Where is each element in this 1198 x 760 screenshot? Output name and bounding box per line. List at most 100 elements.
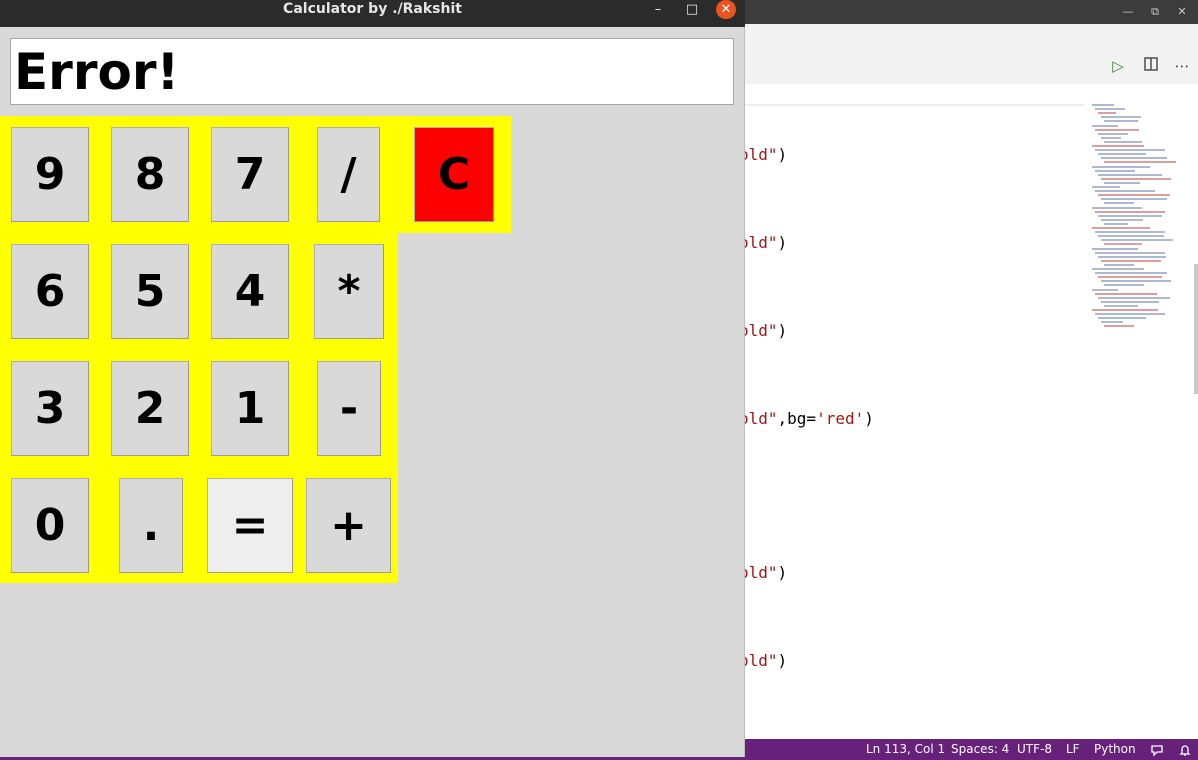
code-text: )	[777, 145, 788, 164]
minimap-line	[1101, 300, 1159, 303]
minimap-line	[1095, 128, 1139, 131]
minimap-line	[1095, 251, 1165, 254]
minimap-line	[1104, 243, 1142, 246]
key-0-button[interactable]: 0	[11, 478, 89, 573]
minimap-line	[1092, 165, 1150, 168]
minimap-line	[1101, 218, 1143, 221]
key-1-button[interactable]: 1	[211, 361, 289, 456]
divide-button[interactable]: /	[317, 127, 380, 222]
key-label: 2	[134, 382, 166, 434]
code-string: 'red'	[816, 409, 865, 428]
code-text: ,bg=	[777, 409, 817, 428]
line-ending-status[interactable]: LF	[1066, 739, 1080, 760]
minimap-line	[1092, 186, 1120, 188]
minimap-line	[1104, 325, 1134, 328]
minimap-line	[1101, 116, 1141, 119]
minimap-line	[1095, 272, 1167, 275]
minimap-line	[1101, 239, 1173, 242]
language-mode-status[interactable]: Python	[1094, 739, 1136, 760]
plus-button[interactable]: +	[306, 478, 391, 573]
key-3-button[interactable]: 3	[11, 361, 89, 456]
display-text: Error!	[14, 43, 180, 101]
cursor-position-status[interactable]: Ln 113, Col 1	[866, 739, 945, 760]
display-field[interactable]: Error!	[10, 38, 734, 105]
minimap-line	[1104, 140, 1142, 143]
code-text: )	[864, 409, 874, 428]
key-9-button[interactable]: 9	[11, 127, 89, 222]
minimap-line	[1095, 292, 1157, 295]
key-7-button[interactable]: 7	[211, 127, 289, 222]
minimap-line	[1095, 190, 1155, 193]
minimap[interactable]	[1088, 102, 1194, 334]
code-line: old")	[739, 233, 787, 252]
code-text: )	[777, 563, 788, 582]
minimap-line	[1092, 247, 1138, 250]
decimal-point-button[interactable]: .	[119, 478, 183, 573]
feedback-icon[interactable]	[1150, 739, 1164, 760]
minimap-line	[1095, 313, 1165, 316]
key-4-button[interactable]: 4	[211, 244, 289, 339]
minus-button[interactable]: -	[317, 361, 381, 456]
minimap-line	[1104, 222, 1128, 225]
minimap-line	[1092, 124, 1118, 127]
split-editor-icon[interactable]	[1139, 54, 1163, 78]
minimap-line	[1098, 194, 1170, 197]
key-label: 3	[34, 382, 66, 434]
minimap-line	[1098, 235, 1164, 238]
minimap-line	[1104, 120, 1138, 123]
minimap-line	[1101, 259, 1161, 262]
minimap-line	[1104, 284, 1144, 287]
minimap-line	[1104, 181, 1140, 184]
code-line: old")	[739, 321, 787, 340]
more-actions-icon[interactable]: ⋯	[1170, 54, 1194, 78]
key-5-button[interactable]: 5	[111, 244, 189, 339]
maximize-icon[interactable]: □	[681, 0, 703, 19]
key-2-button[interactable]: 2	[111, 361, 189, 456]
minimap-line	[1092, 288, 1118, 291]
minimap-line	[1098, 276, 1162, 279]
multiply-button[interactable]: *	[314, 244, 384, 339]
minimap-line	[1104, 304, 1138, 307]
minimap-line	[1104, 263, 1134, 266]
minimap-line	[1092, 227, 1150, 229]
code-line: old")	[739, 145, 787, 164]
minimap-line	[1098, 214, 1162, 217]
editor-scrollbar[interactable]	[1194, 264, 1198, 394]
code-line: old")	[739, 651, 787, 670]
run-python-file-icon[interactable]: ▷	[1106, 54, 1130, 78]
key-6-button[interactable]: 6	[11, 244, 89, 339]
indentation-status[interactable]: Spaces: 4	[951, 739, 1009, 760]
equals-button[interactable]: =	[207, 478, 293, 573]
clear-button[interactable]: C	[414, 127, 494, 222]
minimap-line	[1095, 210, 1165, 213]
notifications-bell-icon[interactable]	[1178, 739, 1192, 760]
calculator-titlebar[interactable]: Calculator by ./Rakshit – □ ✕	[0, 0, 745, 27]
minimap-line	[1092, 206, 1142, 209]
encoding-status[interactable]: UTF-8	[1017, 739, 1052, 760]
key-label: .	[142, 499, 160, 551]
key-label: -	[339, 382, 359, 434]
minimap-line	[1095, 169, 1135, 172]
minimap-line	[1092, 145, 1144, 147]
key-label: /	[340, 148, 357, 200]
minimap-line	[1101, 157, 1167, 160]
minimap-line	[1095, 231, 1165, 234]
minimap-line	[1098, 132, 1128, 135]
calculator-window: Calculator by ./Rakshit – □ ✕ Error! 9 8…	[0, 0, 745, 757]
key-label: 1	[234, 382, 266, 434]
editor-close-button[interactable]: ✕	[1166, 0, 1198, 24]
minimap-line	[1101, 177, 1171, 180]
minimize-icon[interactable]: –	[647, 0, 669, 19]
close-icon[interactable]: ✕	[716, 0, 736, 19]
minimap-line	[1098, 153, 1146, 156]
key-label: 0	[34, 499, 66, 551]
key-label: =	[231, 499, 269, 551]
key-label: 5	[134, 265, 166, 317]
minimap-line	[1101, 280, 1171, 283]
minimap-line	[1092, 268, 1144, 270]
key-8-button[interactable]: 8	[111, 127, 189, 222]
minimap-line	[1098, 296, 1170, 299]
code-text: )	[777, 233, 788, 252]
key-label: 8	[134, 148, 166, 200]
minimap-line	[1095, 149, 1165, 152]
